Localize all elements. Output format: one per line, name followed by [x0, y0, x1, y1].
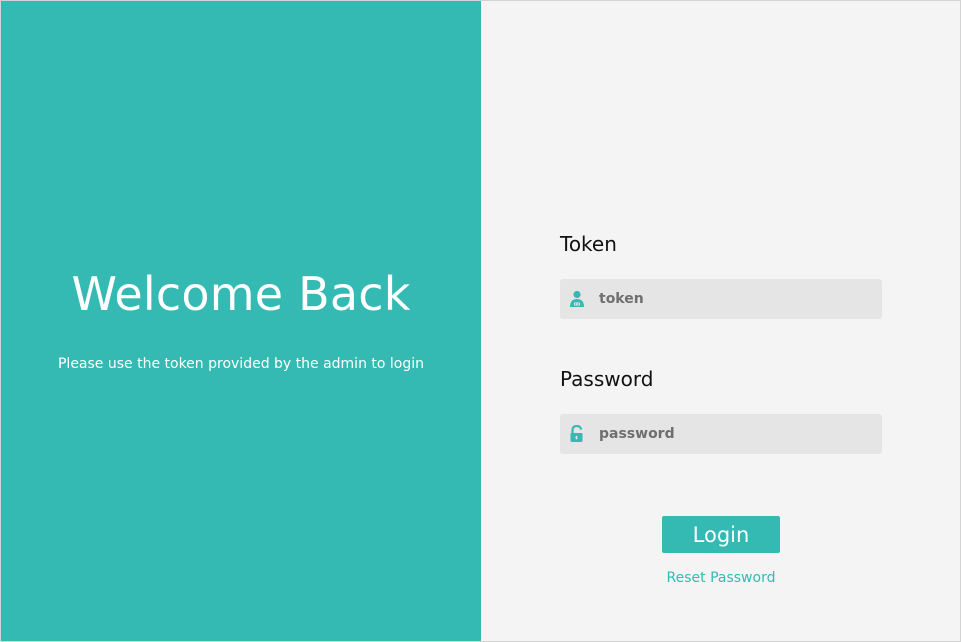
welcome-subtitle: Please use the token provided by the adm…	[57, 356, 425, 372]
login-window: Welcome Back Please use the token provid…	[0, 0, 961, 642]
password-label: Password	[560, 367, 654, 391]
password-field-container[interactable]	[560, 414, 882, 454]
unlock-icon	[569, 425, 585, 443]
token-field-container[interactable]	[560, 279, 882, 319]
reset-password-link[interactable]: Reset Password	[667, 570, 776, 586]
password-input[interactable]	[599, 414, 869, 454]
welcome-title: Welcome Back	[71, 267, 411, 321]
login-form-panel: Token Password	[481, 1, 960, 641]
login-button[interactable]: Login	[662, 516, 780, 553]
token-input[interactable]	[599, 279, 869, 319]
token-label: Token	[560, 232, 617, 256]
reset-password-row: Reset Password	[481, 570, 960, 586]
user-badge-icon	[569, 290, 585, 308]
welcome-panel: Welcome Back Please use the token provid…	[1, 1, 481, 641]
